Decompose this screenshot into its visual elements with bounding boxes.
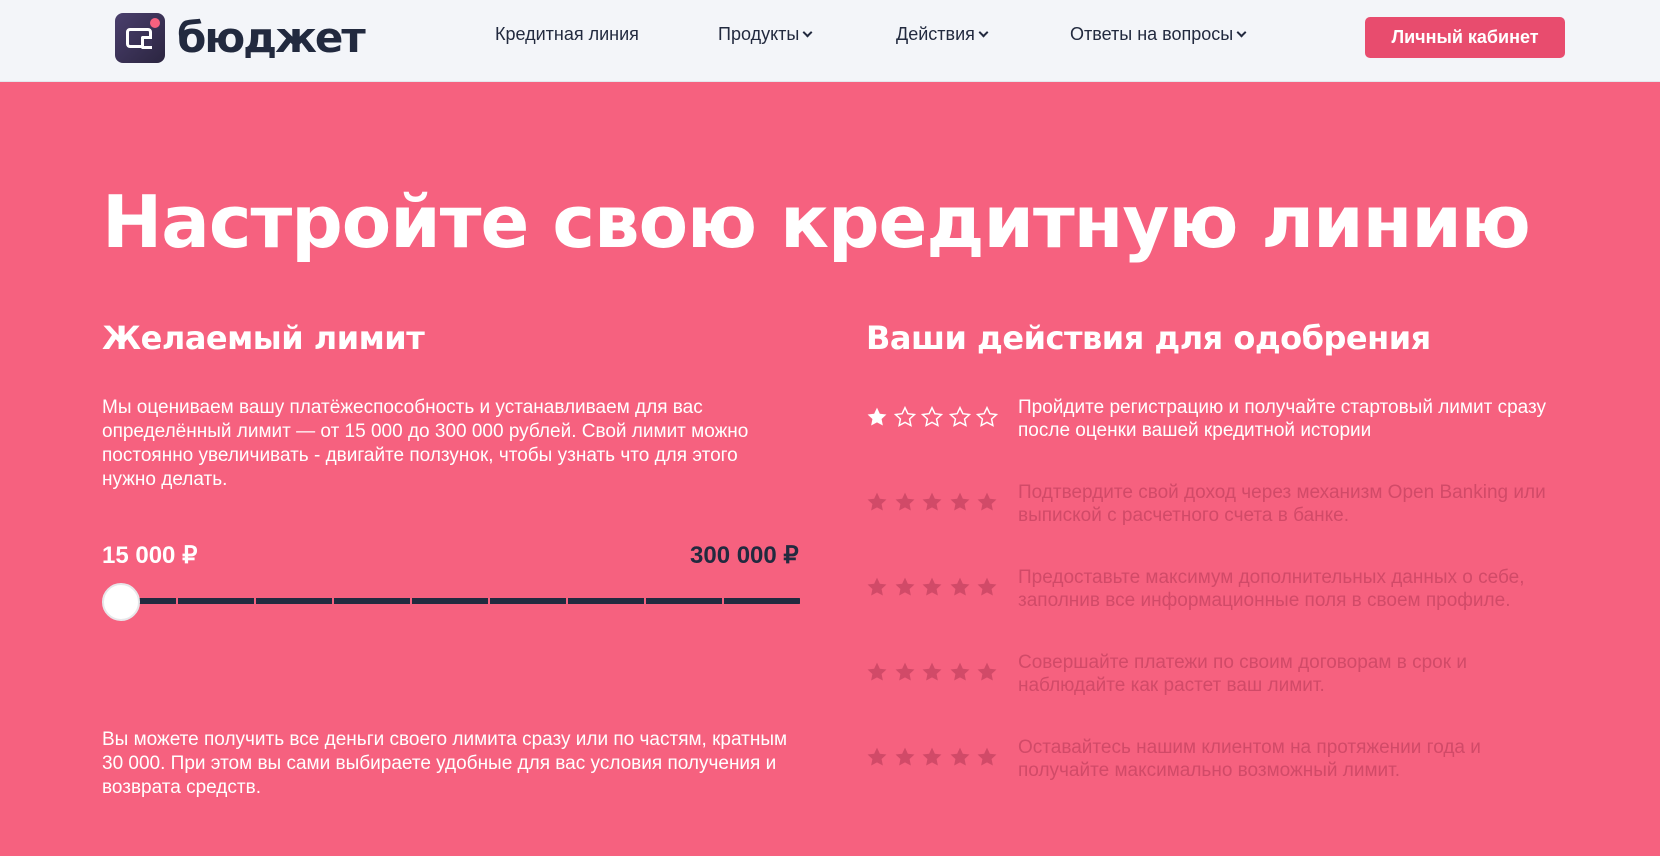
star-inactive-icon — [867, 662, 887, 681]
star-inactive-icon — [895, 747, 914, 766]
approval-step: Пройдите регистрацию и получайте стартов… — [866, 396, 1566, 448]
star-filled-icon — [867, 407, 887, 426]
nav-item-label: Действия — [896, 24, 975, 44]
limit-heading: Желаемый лимит — [102, 319, 425, 357]
chevron-down-icon — [978, 27, 989, 38]
slider-tick — [644, 598, 646, 604]
page-title: Настройте свою кредитную линию — [102, 180, 1531, 264]
nav-item-credit-line[interactable]: Кредитная линия — [495, 24, 639, 45]
approval-step: Предоставьте максимум дополнительных дан… — [866, 566, 1566, 618]
slider-track[interactable] — [120, 598, 802, 604]
nav-item-faq[interactable]: Ответы на вопросы — [1070, 24, 1247, 45]
star-rating — [866, 576, 1004, 598]
approval-step-text: Совершайте платежи по своим договорам в … — [1018, 652, 1467, 696]
nav-item-actions[interactable]: Действия — [896, 24, 989, 45]
personal-account-button[interactable]: Личный кабинет — [1365, 17, 1565, 58]
star-outline-icon — [893, 406, 916, 427]
approval-step-text: Пройдите регистрацию и получайте стартов… — [1018, 397, 1546, 441]
actions-heading: Ваши действия для одобрения — [866, 319, 1431, 357]
nav-item-products[interactable]: Продукты — [718, 24, 813, 45]
star-inactive-icon — [977, 662, 997, 681]
nav-item-label: Продукты — [718, 24, 800, 44]
chevron-down-icon — [1236, 27, 1247, 38]
approval-step-text: Подтвердите свой доход через механизм Op… — [1018, 482, 1546, 526]
star-inactive-icon — [977, 577, 997, 596]
approval-step: Совершайте платежи по своим договорам в … — [866, 651, 1566, 703]
approval-step-text: Предоставьте максимум дополнительных дан… — [1018, 567, 1525, 611]
star-rating — [866, 406, 1004, 428]
limit-description: Мы оцениваем вашу платёжеспособность и у… — [102, 397, 749, 490]
star-inactive-icon — [867, 747, 887, 766]
star-outline-icon — [976, 406, 998, 427]
star-inactive-icon — [950, 747, 969, 766]
star-inactive-icon — [922, 492, 942, 511]
logo-text: бюджет — [177, 13, 366, 62]
star-inactive-icon — [895, 577, 914, 596]
star-inactive-icon — [867, 577, 887, 596]
approval-step: Оставайтесь нашим клиентом на протяжении… — [866, 736, 1566, 788]
slider-tick — [332, 598, 334, 604]
limit-footer-text: Вы можете получить все деньги своего лим… — [102, 729, 788, 798]
star-inactive-icon — [867, 492, 887, 511]
slider-tick — [176, 598, 178, 604]
limit-min-label: 15 000 ₽ — [102, 542, 198, 569]
chevron-down-icon — [802, 27, 813, 38]
slider-tick — [800, 598, 802, 604]
limit-max-label: 300 000 ₽ — [690, 542, 799, 569]
slider-tick — [722, 598, 724, 604]
star-inactive-icon — [922, 662, 942, 681]
star-inactive-icon — [977, 492, 997, 511]
logo[interactable]: бюджет — [115, 13, 366, 63]
star-inactive-icon — [977, 747, 997, 766]
star-rating — [866, 746, 1004, 768]
star-inactive-icon — [922, 747, 942, 766]
star-outline-icon — [921, 406, 943, 427]
star-rating — [866, 661, 1004, 683]
site-header: бюджет Кредитная линия Продукты Действия… — [0, 0, 1660, 82]
star-outline-icon — [948, 406, 971, 427]
nav-item-label: Ответы на вопросы — [1070, 24, 1234, 44]
star-inactive-icon — [922, 577, 942, 596]
approval-step: Подтвердите свой доход через механизм Op… — [866, 481, 1566, 533]
slider-tick — [566, 598, 568, 604]
star-inactive-icon — [895, 662, 914, 681]
star-rating — [866, 491, 1004, 513]
star-inactive-icon — [895, 492, 914, 511]
slider-tick — [410, 598, 412, 604]
star-inactive-icon — [950, 662, 969, 681]
approval-step-text: Оставайтесь нашим клиентом на протяжении… — [1018, 737, 1481, 781]
slider-tick — [488, 598, 490, 604]
star-inactive-icon — [950, 577, 969, 596]
wallet-logo-icon — [115, 13, 165, 63]
slider-tick — [254, 598, 256, 604]
star-inactive-icon — [950, 492, 969, 511]
nav-item-label: Кредитная линия — [495, 24, 639, 44]
limit-slider[interactable] — [102, 583, 802, 621]
slider-handle[interactable] — [102, 583, 140, 621]
